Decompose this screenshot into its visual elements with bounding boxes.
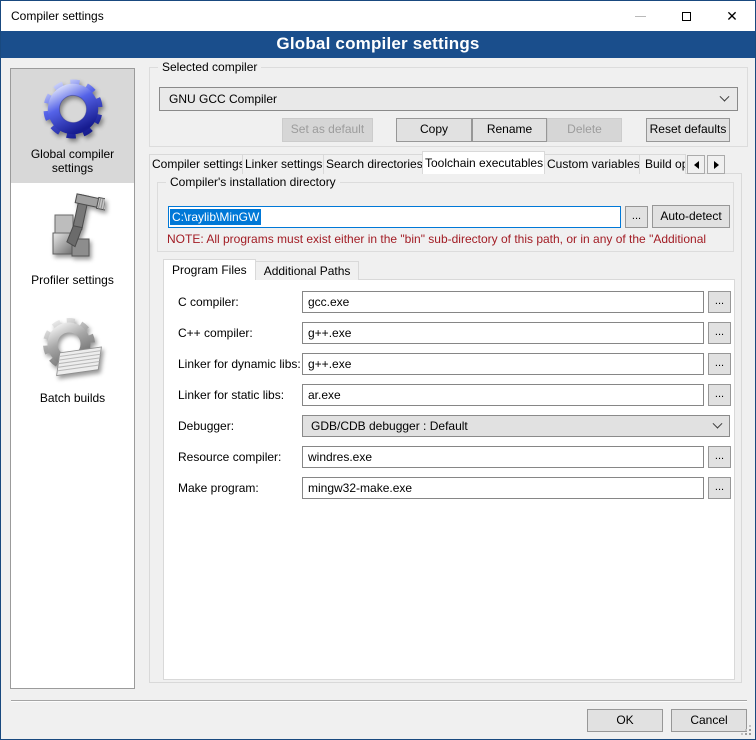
resize-grip[interactable] [741, 725, 751, 735]
installation-directory-group-label: Compiler's installation directory [166, 175, 340, 189]
field-label: Resource compiler: [178, 450, 281, 464]
resource-compiler-input[interactable] [302, 446, 704, 468]
field-label: C++ compiler: [178, 326, 253, 340]
minimize-icon [635, 16, 646, 17]
browse-linker-static-button[interactable]: ... [708, 384, 731, 406]
titlebar: Compiler settings ✕ [1, 1, 755, 31]
debugger-row: Debugger: GDB/CDB debugger : Default [164, 415, 734, 437]
program-files-panel: C compiler: ... C++ compiler: ... Linker… [163, 279, 735, 680]
minimize-button[interactable] [617, 1, 663, 31]
set-as-default-button[interactable]: Set as default [282, 118, 373, 142]
cpp-compiler-input[interactable] [302, 322, 704, 344]
arrow-left-icon [694, 161, 699, 169]
tab-scroll-right-button[interactable] [707, 155, 725, 174]
browse-make-program-button[interactable]: ... [708, 477, 731, 499]
rename-button[interactable]: Rename [472, 118, 547, 142]
maximize-icon [682, 12, 691, 21]
settings-tab-strip: Compiler settings Linker settings Search… [149, 151, 725, 174]
linker-dynamic-input[interactable] [302, 353, 704, 375]
browse-resource-compiler-button[interactable]: ... [708, 446, 731, 468]
blue-gear-icon [13, 76, 132, 142]
gray-gear-papers-icon [13, 316, 132, 386]
tab-toolchain-executables[interactable]: Toolchain executables [422, 151, 545, 174]
program-files-tab-strip: Program Files Additional Paths [163, 259, 358, 280]
field-label: Linker for dynamic libs: [178, 357, 301, 371]
field-label: Debugger: [178, 419, 234, 433]
linker-dynamic-row: Linker for dynamic libs: ... [164, 353, 734, 375]
window-controls: ✕ [617, 1, 755, 31]
browse-linker-dynamic-button[interactable]: ... [708, 353, 731, 375]
linker-static-row: Linker for static libs: ... [164, 384, 734, 406]
field-label: Make program: [178, 481, 259, 495]
delete-button[interactable]: Delete [547, 118, 622, 142]
footer-divider [11, 700, 747, 702]
tab-linker-settings[interactable]: Linker settings [242, 154, 324, 174]
window-title: Compiler settings [11, 9, 104, 23]
tab-additional-paths[interactable]: Additional Paths [255, 261, 360, 280]
linker-static-input[interactable] [302, 384, 704, 406]
chevron-down-icon [713, 418, 723, 428]
selected-compiler-group-label: Selected compiler [158, 60, 261, 74]
bin-subdirectory-note: NOTE: All programs must exist either in … [167, 232, 727, 246]
installation-directory-input[interactable]: C:\raylib\MinGW [168, 206, 621, 228]
close-icon: ✕ [726, 9, 738, 23]
maximize-button[interactable] [663, 1, 709, 31]
field-label: C compiler: [178, 295, 239, 309]
browse-c-compiler-button[interactable]: ... [708, 291, 731, 313]
tab-search-directories[interactable]: Search directories [323, 154, 423, 174]
debugger-select-value: GDB/CDB debugger : Default [311, 419, 714, 433]
cancel-button[interactable]: Cancel [671, 709, 747, 732]
settings-category-list: Global compiler settings [10, 68, 135, 689]
auto-detect-button[interactable]: Auto-detect [652, 205, 730, 228]
arrow-right-icon [714, 161, 719, 169]
caliper-icon [13, 190, 132, 268]
copy-button[interactable]: Copy [396, 118, 472, 142]
tab-scroll-left-button[interactable] [687, 155, 705, 174]
debugger-select[interactable]: GDB/CDB debugger : Default [302, 415, 730, 437]
compiler-select-value: GNU GCC Compiler [169, 92, 721, 106]
tab-compiler-settings[interactable]: Compiler settings [149, 154, 243, 174]
tab-custom-variables[interactable]: Custom variables [544, 154, 640, 174]
browse-directory-button[interactable]: ... [625, 206, 648, 228]
c-compiler-input[interactable] [302, 291, 704, 313]
field-label: Linker for static libs: [178, 388, 284, 402]
chevron-down-icon [720, 91, 730, 101]
selected-compiler-group: Selected compiler GNU GCC Compiler Set a… [149, 67, 748, 147]
compiler-settings-window: Compiler settings ✕ Global compiler sett… [0, 0, 756, 740]
sidebar-item-label: Profiler settings [13, 273, 132, 287]
cpp-compiler-row: C++ compiler: ... [164, 322, 734, 344]
compiler-select[interactable]: GNU GCC Compiler [159, 87, 738, 111]
sidebar-item-global-compiler-settings[interactable]: Global compiler settings [11, 69, 134, 183]
dialog-header: Global compiler settings [1, 31, 755, 58]
tab-program-files[interactable]: Program Files [163, 259, 256, 280]
make-program-row: Make program: ... [164, 477, 734, 499]
close-button[interactable]: ✕ [709, 1, 755, 31]
tab-build-options[interactable]: Build options [639, 154, 686, 174]
sidebar-item-label: Global compiler settings [13, 147, 132, 175]
installation-directory-group: Compiler's installation directory C:\ray… [157, 182, 734, 252]
browse-cpp-compiler-button[interactable]: ... [708, 322, 731, 344]
make-program-input[interactable] [302, 477, 704, 499]
sidebar-item-profiler-settings[interactable]: Profiler settings [11, 183, 134, 295]
c-compiler-row: C compiler: ... [164, 291, 734, 313]
reset-defaults-button[interactable]: Reset defaults [646, 118, 730, 142]
sidebar-item-batch-builds[interactable]: Batch builds [11, 309, 134, 413]
resource-compiler-row: Resource compiler: ... [164, 446, 734, 468]
installation-directory-value: C:\raylib\MinGW [170, 209, 261, 225]
ok-button[interactable]: OK [587, 709, 663, 732]
sidebar-item-label: Batch builds [13, 391, 132, 405]
